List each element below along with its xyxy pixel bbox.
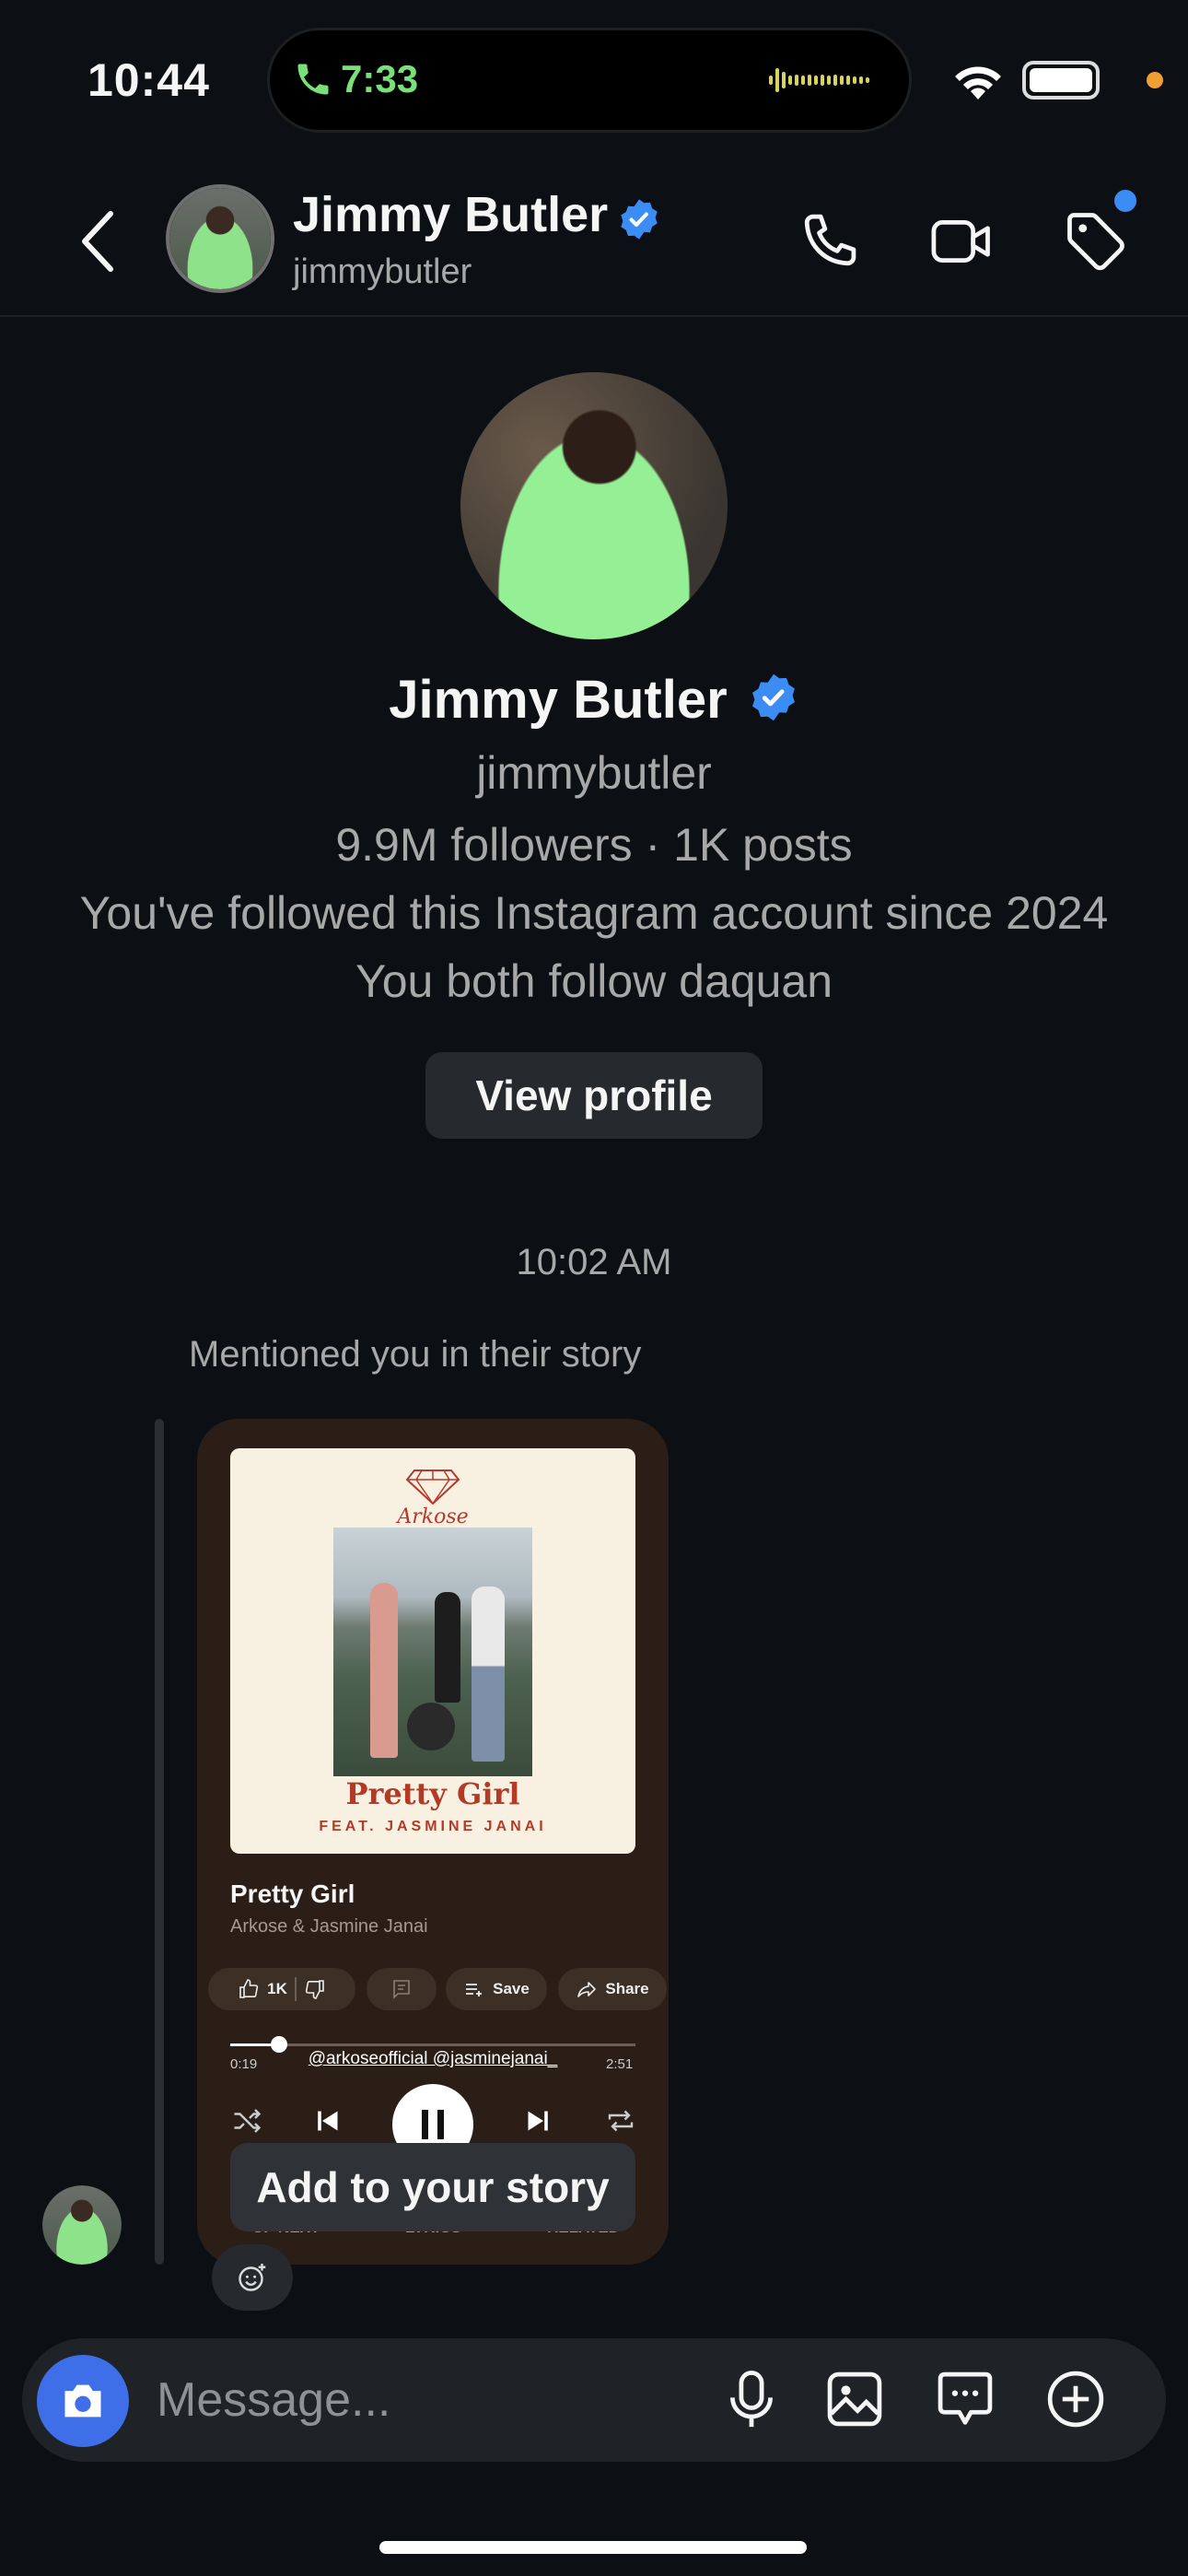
save-chip[interactable]: Save — [446, 1968, 547, 2010]
thumbs-down-icon — [304, 1978, 326, 2000]
progress-track[interactable] — [230, 2043, 635, 2046]
home-indicator[interactable] — [379, 2541, 807, 2554]
playlist-add-icon — [463, 1978, 485, 2000]
notification-dot — [1114, 190, 1136, 212]
tag-icon[interactable] — [1061, 206, 1131, 276]
share-chip[interactable]: Share — [558, 1968, 667, 2010]
share-label: Share — [605, 1980, 649, 1997]
repeat-icon[interactable] — [604, 2104, 637, 2137]
follow-since-text: You've followed this Instagram account s… — [79, 887, 1109, 939]
share-icon — [576, 1978, 598, 2000]
song-title: Pretty Girl — [230, 1879, 355, 1908]
video-call-button[interactable] — [926, 206, 996, 276]
save-label: Save — [493, 1980, 530, 1997]
message-input[interactable] — [155, 2365, 674, 2435]
call-duration: 7:33 — [341, 57, 419, 100]
diamond-logo-icon — [405, 1465, 460, 1505]
profile-avatar[interactable] — [460, 372, 728, 639]
profile-username: jimmybutler — [476, 747, 712, 799]
wifi-icon — [950, 61, 1006, 101]
phone-call-icon — [293, 59, 333, 100]
profile-name-row: Jimmy Butler — [0, 669, 1188, 731]
art-brand: Arkose — [397, 1505, 469, 1528]
message-timestamp: 10:02 AM — [516, 1242, 672, 1282]
comment-chip[interactable] — [367, 1968, 437, 2010]
like-dislike-chip[interactable]: 1K — [208, 1968, 355, 2010]
add-more-icon[interactable] — [1041, 2364, 1111, 2434]
art-feat: FEAT. JASMINE JANAI — [319, 1819, 547, 1834]
chip-divider — [294, 1977, 297, 2001]
story-mention-text: Mentioned you in their story — [189, 1334, 642, 1375]
album-art: Arkose Pretty Girl FEAT. JASMINE JANAI — [230, 1448, 635, 1854]
camera-icon — [59, 2379, 107, 2423]
comment-icon — [390, 1978, 413, 2000]
verified-badge-icon — [617, 197, 661, 241]
verified-badge-icon — [748, 672, 799, 723]
header-avatar[interactable] — [166, 184, 274, 293]
header-name-text: Jimmy Butler — [293, 187, 609, 242]
header-divider — [0, 315, 1188, 317]
view-profile-button[interactable]: View profile — [425, 1052, 763, 1139]
header-username[interactable]: jimmybutler — [293, 252, 472, 292]
art-title: Pretty Girl — [345, 1776, 520, 1811]
story-mentions[interactable]: @arkoseofficial @jasminejanai_ — [197, 2049, 669, 2069]
status-time: 10:44 — [87, 54, 210, 106]
like-count: 1K — [267, 1980, 287, 1997]
back-button[interactable] — [76, 208, 122, 275]
next-track-icon[interactable] — [521, 2104, 554, 2137]
audio-waveform-icon — [769, 64, 879, 96]
gallery-icon[interactable] — [820, 2364, 890, 2434]
audio-call-button[interactable] — [794, 206, 864, 276]
microphone-icon[interactable] — [716, 2364, 786, 2434]
story-preview-card[interactable]: Arkose Pretty Girl FEAT. JASMINE JANAI P… — [197, 1419, 669, 2265]
battery-icon — [1022, 61, 1100, 100]
reply-indicator-bar — [155, 1419, 164, 2265]
profile-name: Jimmy Butler — [389, 670, 728, 730]
shuffle-icon[interactable] — [230, 2104, 263, 2137]
sender-avatar[interactable] — [42, 2185, 122, 2265]
sticker-chat-icon[interactable] — [930, 2364, 1000, 2434]
add-to-story-button[interactable]: Add to your story — [230, 2143, 635, 2231]
header-name[interactable]: Jimmy Butler — [293, 186, 608, 243]
thumbs-up-icon — [238, 1978, 260, 2000]
camera-button[interactable] — [37, 2355, 129, 2447]
band-photo — [333, 1528, 532, 1776]
add-reaction-button[interactable] — [212, 2244, 293, 2311]
previous-track-icon[interactable] — [311, 2104, 344, 2137]
profile-stats: 9.9M followers · 1K posts — [335, 819, 853, 871]
mutual-follow-text: You both follow daquan — [355, 955, 833, 1007]
song-artist: Arkose & Jasmine Janai — [230, 1916, 428, 1937]
emoji-add-icon — [236, 2261, 269, 2294]
privacy-indicator-dot — [1147, 72, 1163, 88]
